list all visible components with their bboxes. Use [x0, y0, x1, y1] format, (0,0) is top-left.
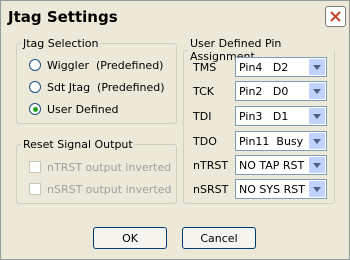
pin-row-nsrst: nSRST [193, 179, 237, 200]
select-nsrst[interactable]: NO SYS RST [235, 179, 327, 199]
dialog-title: Jtag Settings [8, 8, 118, 26]
checkbox[interactable] [29, 161, 41, 173]
pin-label: TMS [193, 61, 217, 74]
radio-button-selected[interactable] [29, 103, 41, 115]
chevron-down-icon[interactable] [309, 83, 325, 99]
close-icon [330, 11, 341, 22]
radio-button[interactable] [29, 59, 41, 71]
cancel-button[interactable]: Cancel [182, 227, 256, 249]
select-value: Pin2 D0 [239, 85, 289, 98]
chevron-down-icon[interactable] [309, 157, 325, 173]
radio-button[interactable] [29, 81, 41, 93]
select-tck[interactable]: Pin2 D0 [235, 81, 327, 101]
checkbox[interactable] [29, 183, 41, 195]
select-value: NO SYS RST [239, 183, 305, 196]
pin-label: nTRST [193, 159, 229, 172]
select-value: Pin4 D2 [239, 61, 289, 74]
select-value: Pin3 D1 [239, 110, 289, 123]
checkbox-ntrst-inverted[interactable]: nTRST output inverted [29, 159, 171, 175]
select-value: Pin11 Busy [239, 135, 304, 148]
ok-button[interactable]: OK [93, 227, 167, 249]
title-bar[interactable]: Jtag Settings [1, 1, 349, 32]
pin-label: TDI [193, 110, 212, 123]
select-tdi[interactable]: Pin3 D1 [235, 106, 327, 126]
radio-sdt-jtag-label: Sdt Jtag (Predefined) [47, 80, 165, 94]
pin-row-tms: TMS [193, 57, 237, 78]
pin-label: nSRST [193, 183, 229, 196]
pin-row-tdo: TDO [193, 131, 237, 152]
radio-wiggler-label: Wiggler (Predefined) [47, 58, 164, 72]
chevron-down-icon[interactable] [309, 59, 325, 75]
radio-sdt-jtag[interactable]: Sdt Jtag (Predefined) [29, 79, 165, 95]
pin-label: TCK [193, 85, 214, 98]
close-button[interactable] [325, 6, 346, 27]
select-value: NO TAP RST [239, 159, 305, 172]
radio-dot-icon [32, 106, 38, 112]
select-tdo[interactable]: Pin11 Busy [235, 131, 327, 151]
select-ntrst[interactable]: NO TAP RST [235, 155, 327, 175]
chevron-down-icon[interactable] [309, 133, 325, 149]
checkbox-nsrst-inverted[interactable]: nSRST output inverted [29, 181, 171, 197]
pin-row-tdi: TDI [193, 106, 237, 127]
checkbox-ntrst-label: nTRST output inverted [47, 160, 172, 174]
checkbox-nsrst-label: nSRST output inverted [47, 182, 172, 196]
radio-user-defined-label: User Defined [47, 102, 119, 116]
pin-label: TDO [193, 135, 217, 148]
radio-wiggler[interactable]: Wiggler (Predefined) [29, 57, 163, 73]
chevron-down-icon[interactable] [309, 181, 325, 197]
select-tms[interactable]: Pin4 D2 [235, 57, 327, 77]
jtag-settings-dialog: Jtag Settings Jtag Selection Wiggler (Pr… [0, 0, 350, 260]
pin-row-tck: TCK [193, 81, 237, 102]
chevron-down-icon[interactable] [309, 108, 325, 124]
radio-user-defined[interactable]: User Defined [29, 101, 118, 117]
pin-row-ntrst: nTRST [193, 155, 237, 176]
